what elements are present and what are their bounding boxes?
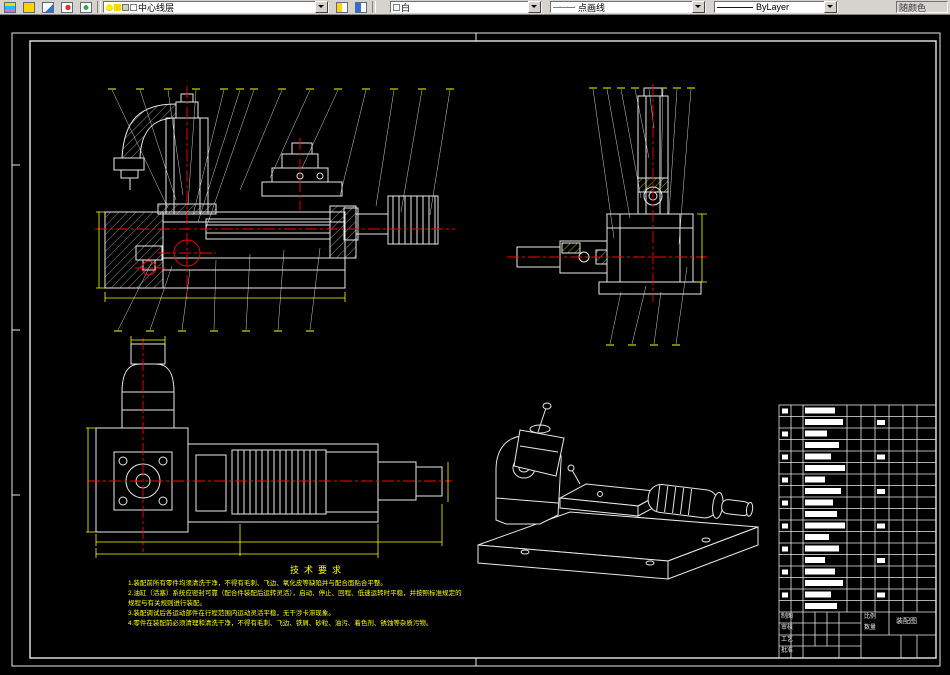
- technical-requirements: 技术要求 1.装配前所有零件均须清洗干净，不得有毛刺、飞边、氧化皮等缺陷并与配合…: [128, 563, 462, 629]
- isometric-view: [477, 402, 759, 580]
- linetype-dropdown[interactable]: —·—·—· 点画线: [550, 1, 706, 13]
- tech-requirement-item: 2.油缸（活塞）系统应密封可靠（配合件装配后运转灵活），启动、停止、回程、低速运…: [128, 590, 462, 608]
- new-layer-button[interactable]: [39, 0, 56, 14]
- sheet-icon: [41, 1, 54, 13]
- layer-previous-icon: [354, 1, 367, 13]
- current-linetype-name: 点画线: [578, 2, 606, 13]
- current-color-swatch: [393, 3, 400, 11]
- drawing-name: 装配图: [896, 618, 917, 625]
- make-current-icon: [335, 1, 348, 13]
- title-block-label: 批准: [781, 648, 794, 654]
- side-view: [507, 84, 707, 346]
- layer-lock-icon[interactable]: [122, 3, 129, 11]
- current-layer-name: 中心线层: [138, 2, 175, 13]
- title-block-label: 制图: [781, 614, 794, 620]
- layers-icon: [3, 1, 16, 13]
- toolbar-separator: [97, 1, 101, 13]
- tech-requirement-item: 3.装配调试后各运动部件在行程范围内运动灵活平稳，无干涉卡滞现象。: [128, 610, 335, 618]
- layer-bulb-icon[interactable]: [106, 3, 113, 11]
- current-color-name: 白: [401, 2, 411, 13]
- current-lineweight-name: ByLayer: [756, 2, 790, 12]
- lineweight-preview: ————: [717, 2, 753, 12]
- layer-color-swatch: [130, 3, 137, 11]
- sun-icon: [79, 1, 92, 13]
- front-view: [95, 86, 455, 332]
- toolbar: 中心线层 白 —·—·—· 点画线 ———— ByLayer 随颜色: [0, 0, 950, 15]
- title-block-label: 工艺: [781, 637, 794, 643]
- tech-requirement-item: 4.零件在装配前必须清理和清洗干净，不得有毛刺、飞边、铁屑、砂粒、油污、着色剂、…: [128, 620, 433, 628]
- scale-label: 比例: [864, 614, 877, 620]
- toolbar-separator: [372, 1, 376, 13]
- application-window: 技术要求 1.装配前所有零件均须清洗干净，不得有毛刺、飞边、氧化皮等缺陷并与配合…: [0, 0, 950, 675]
- make-object-layer-current-button[interactable]: [333, 0, 350, 14]
- tech-requirement-item: 1.装配前所有零件均须清洗干净，不得有毛刺、飞边、氧化皮等缺陷并与配合面贴合平整…: [128, 580, 387, 587]
- layer-on-off-button[interactable]: [58, 0, 75, 14]
- layer-states-button[interactable]: [20, 0, 37, 14]
- layer-freeze-icon[interactable]: [114, 3, 121, 11]
- color-dropdown-arrow-icon[interactable]: [528, 1, 541, 13]
- current-plot-style-name: 随颜色: [899, 2, 927, 13]
- layer-previous-button[interactable]: [352, 0, 369, 14]
- technical-requirements-title: 技术要求: [289, 565, 346, 575]
- bulb-icon: [60, 1, 73, 13]
- linetype-dropdown-arrow-icon[interactable]: [692, 1, 705, 13]
- title-block-label: 审核: [781, 625, 794, 631]
- top-view: [86, 336, 452, 558]
- layer-freeze-button[interactable]: [77, 0, 94, 14]
- qty-label: 数量: [864, 625, 877, 631]
- linetype-preview: —·—·—·: [553, 3, 576, 11]
- layer-states-icon: [22, 1, 35, 13]
- plot-style-dropdown[interactable]: 随颜色: [896, 1, 948, 13]
- lineweight-dropdown[interactable]: ———— ByLayer: [714, 1, 838, 13]
- lineweight-dropdown-arrow-icon[interactable]: [824, 1, 837, 13]
- layer-manager-button[interactable]: [1, 0, 18, 14]
- layer-dropdown[interactable]: 中心线层: [103, 1, 329, 13]
- layer-dropdown-arrow-icon[interactable]: [315, 1, 328, 13]
- color-dropdown[interactable]: 白: [390, 1, 542, 13]
